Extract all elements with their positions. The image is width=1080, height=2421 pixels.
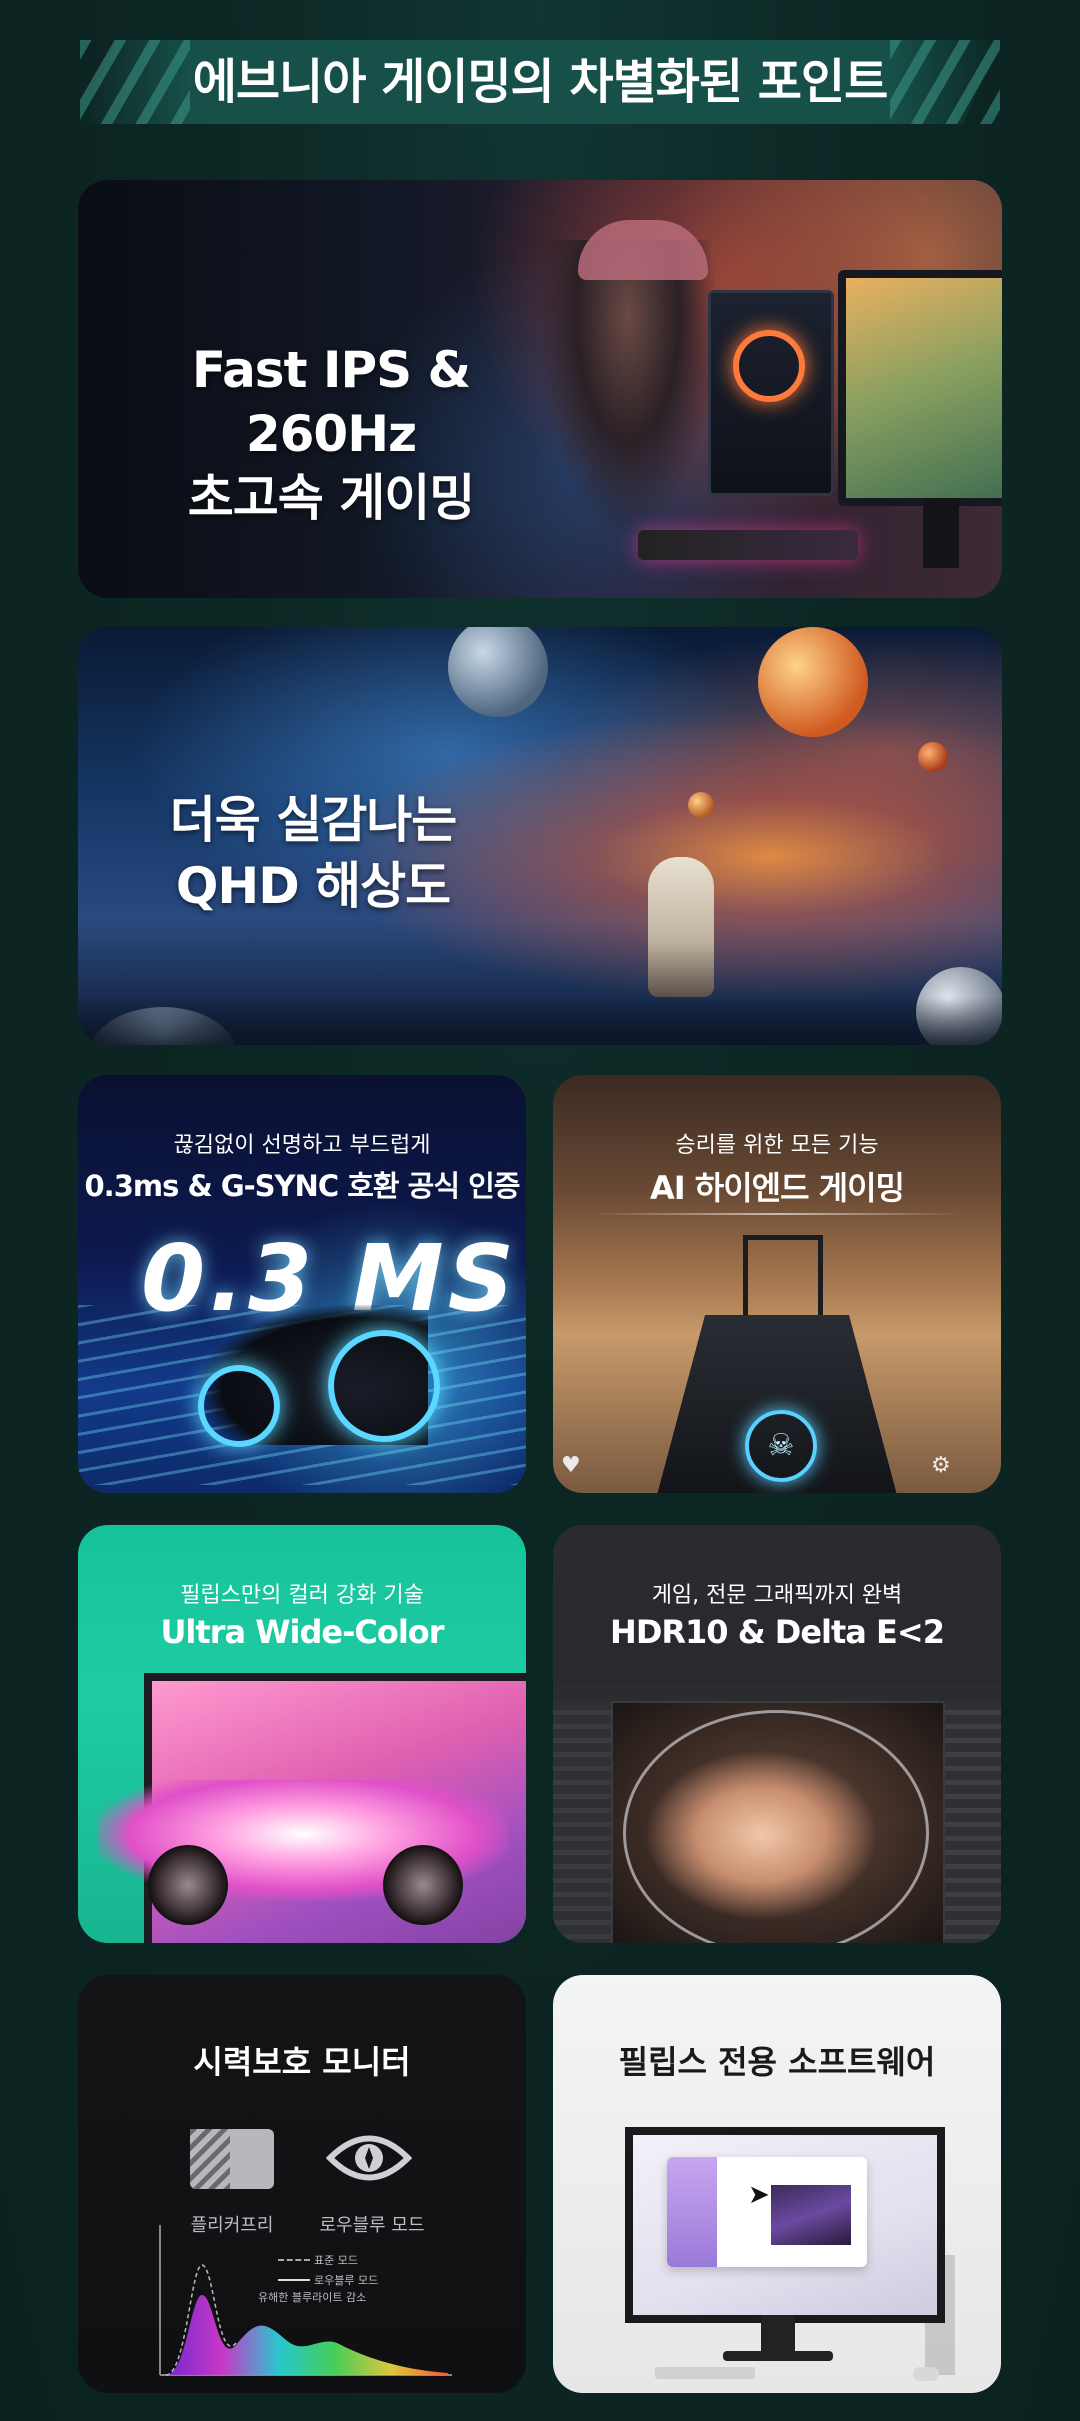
- skull-icon: ☠: [745, 1410, 817, 1482]
- software-title: 필립스 전용 소프트웨어: [618, 2043, 936, 2081]
- ai-title: AI 하이엔드 게이밍: [649, 1169, 905, 1207]
- qhd-line1: 더욱 실감나는: [169, 791, 457, 849]
- gsync-subtitle: 끊김없이 선명하고 부드럽게: [173, 1133, 431, 1158]
- hdr-card: 게임, 전문 그래픽까지 완벽 HDR10 & Delta E<2: [553, 1525, 1001, 1943]
- fast-ips-line2: 초고속 게이밍: [187, 469, 475, 527]
- blue-light-spectrum-graphic: [159, 2225, 452, 2376]
- gun-sight: [743, 1235, 823, 1320]
- eye-care-title: 시력보호 모니터: [193, 2043, 411, 2081]
- bike-wheel: [328, 1330, 440, 1442]
- qhd-headline: 더욱 실감나는 QHD 해상도: [148, 787, 478, 919]
- planet-image: [448, 627, 548, 717]
- hud-heart-icon: ♥: [561, 1453, 581, 1478]
- gamer-image: [538, 240, 718, 540]
- monitor-stand: [923, 498, 959, 568]
- wide-color-title: Ultra Wide-Color: [160, 1613, 444, 1651]
- wide-color-subtitle: 필립스만의 컬러 강화 기술: [180, 1583, 424, 1608]
- qhd-card: 더욱 실감나는 QHD 해상도: [78, 627, 1002, 1045]
- monitor-base: [723, 2351, 833, 2361]
- eye-care-card: 시력보호 모니터 플리커프리 로우블루 모드 표준 모드 로우블루 모드 유해한…: [78, 1975, 526, 2393]
- keyboard-image: [638, 530, 858, 560]
- astronaut-image: [648, 857, 714, 997]
- fast-ips-card: Fast IPS & 260Hz 초고속 게이밍: [78, 180, 1002, 598]
- editor-layers-panel: [553, 1701, 611, 1943]
- planet-image: [758, 627, 868, 737]
- keyboard-image: [655, 2367, 755, 2379]
- planet-image: [918, 742, 948, 772]
- monitor-stand: [761, 2315, 795, 2355]
- gamer-cap: [578, 220, 708, 280]
- editor-menubar: [553, 1683, 1001, 1701]
- ai-subtitle: 승리를 위한 모든 기능: [675, 1133, 879, 1158]
- car-wheel: [383, 1845, 463, 1925]
- eye-icon: [326, 2135, 412, 2181]
- page-title: 에브니아 게이밍의 차별화된 포인트: [192, 54, 889, 110]
- app-preview-image: [771, 2185, 851, 2245]
- helmet-outline: [623, 1710, 929, 1943]
- software-card: 필립스 전용 소프트웨어 ➤: [553, 1975, 1001, 2393]
- hdr-subtitle: 게임, 전문 그래픽까지 완벽: [651, 1583, 903, 1608]
- mouse-image: [913, 2367, 939, 2381]
- hud-gear-icon: ⚙: [931, 1453, 951, 1478]
- monitor-image: [838, 270, 1002, 506]
- cursor-icon: ➤: [748, 2180, 770, 2210]
- ai-gaming-card: ☠ ♥ ⚙ 승리를 위한 모든 기능 AI 하이엔드 게이밍: [553, 1075, 1001, 1493]
- title-underline: [589, 1213, 965, 1215]
- fast-ips-line1: Fast IPS & 260Hz: [191, 341, 471, 463]
- gsync-card: 0.3 MS 끊김없이 선명하고 부드럽게 0.3ms & G-SYNC 호환 …: [78, 1075, 526, 1493]
- planet-image: [688, 792, 714, 818]
- wide-color-card: 필립스만의 컬러 강화 기술 Ultra Wide-Color: [78, 1525, 526, 1943]
- hdr-title: HDR10 & Delta E<2: [610, 1613, 945, 1651]
- car-wheel: [148, 1845, 228, 1925]
- header-banner: 에브니아 게이밍의 차별화된 포인트: [80, 40, 1000, 124]
- page: 에브니아 게이밍의 차별화된 포인트 Fast IPS & 260Hz 초고속 …: [0, 0, 1080, 2421]
- flicker-free-icon-stripes: [190, 2129, 230, 2189]
- editor-properties-panel: [945, 1701, 1001, 1943]
- ground: [78, 997, 1002, 1045]
- app-sidebar: [667, 2157, 717, 2267]
- bike-wheel: [198, 1365, 280, 1447]
- harmful-light-label: 유해한 블루라이트 감소: [258, 2291, 367, 2304]
- fan-glow: [733, 330, 805, 402]
- qhd-line2: QHD 해상도: [175, 857, 451, 915]
- gsync-title: 0.3ms & G-SYNC 호환 공식 인증: [84, 1169, 521, 1203]
- fast-ips-headline: Fast IPS & 260Hz 초고속 게이밍: [116, 338, 546, 530]
